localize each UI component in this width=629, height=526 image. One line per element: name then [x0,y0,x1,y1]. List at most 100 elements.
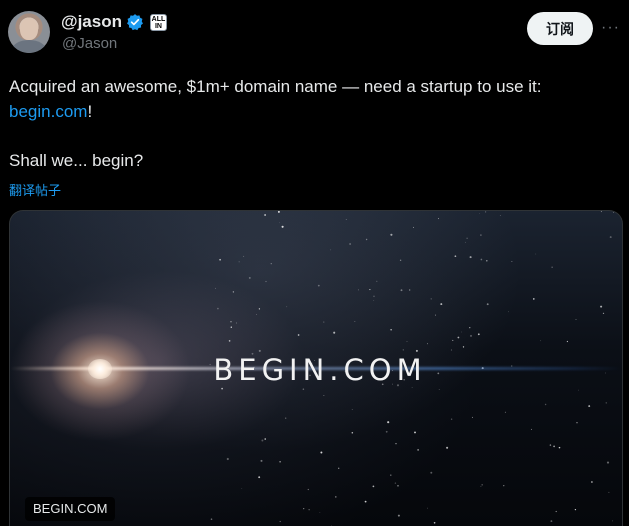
star [390,474,392,476]
avatar-face [20,18,38,40]
star [394,482,397,484]
star [286,306,288,308]
star [575,319,577,320]
star [376,280,378,282]
star [550,520,553,523]
media-title-text: BEGIN.COM [213,353,427,387]
star [532,298,535,300]
star [402,349,404,351]
star [608,491,610,493]
star [256,314,257,315]
star [320,451,323,454]
star [395,443,397,445]
star [612,520,614,522]
star [430,298,432,300]
star [241,488,243,489]
star [281,225,284,228]
domain-link[interactable]: begin.com [9,102,87,121]
star [323,394,325,396]
media-image[interactable]: BEGIN.COM BEGIN.COM [9,210,623,526]
star [349,243,351,245]
star [469,327,471,329]
star [479,213,480,214]
star [232,291,235,293]
star [470,334,472,337]
star [508,311,510,313]
star [365,238,368,241]
translate-post-link[interactable]: 翻译帖子 [9,180,61,199]
star [499,215,501,216]
avatar[interactable] [8,11,50,53]
star [297,334,300,336]
star [613,212,614,213]
subscribe-button[interactable]: 订阅 [527,12,593,45]
tweet-text-line1: Acquired an awesome, $1m+ domain name — … [9,77,542,96]
star [450,418,453,420]
star [400,289,403,292]
star [351,431,354,434]
star [609,236,612,239]
star [602,312,605,315]
star [279,222,280,224]
star [258,308,261,310]
star [471,416,473,418]
star [260,459,263,462]
star [369,289,371,291]
star [210,518,213,520]
star [414,431,416,434]
name-row: @jason ALL IN [61,11,167,33]
star [338,467,340,469]
verified-badge-icon [127,14,143,31]
tweet-text-line3: Shall we... begin? [9,151,144,170]
user-handle[interactable]: @Jason [62,35,117,52]
star [317,284,320,287]
star [243,255,245,257]
star [480,258,483,261]
star [480,234,482,236]
card-domain-label[interactable]: BEGIN.COM [25,497,116,521]
star [452,339,454,341]
star [485,211,487,213]
star [387,421,390,424]
star [303,508,305,510]
star [462,346,465,348]
star [558,446,561,449]
star [415,349,418,352]
star [438,389,440,390]
star [385,430,388,433]
star [345,219,347,221]
star [551,266,553,268]
star [427,507,428,509]
star [553,445,555,448]
display-name[interactable]: @jason [61,12,122,32]
star [390,233,393,236]
affiliate-badge[interactable]: ALL IN [149,13,167,31]
star [258,349,261,352]
star [480,485,482,487]
star [461,331,462,333]
star [228,340,231,342]
star [261,439,264,442]
star [464,241,466,243]
star [437,218,440,220]
star [606,461,610,464]
star [248,276,251,279]
star [411,387,413,388]
more-horizontal-icon[interactable]: ··· [601,20,621,40]
star [397,485,399,487]
star [433,521,436,524]
star [264,214,266,216]
star [270,263,272,265]
star [450,349,452,351]
star [397,514,400,517]
star [540,340,542,342]
star [373,300,375,301]
star [469,256,472,259]
star [427,343,428,345]
star [277,211,280,213]
star [574,508,577,511]
star [279,460,281,463]
link-suffix: ! [87,102,93,121]
star [578,389,579,391]
star [373,295,375,298]
